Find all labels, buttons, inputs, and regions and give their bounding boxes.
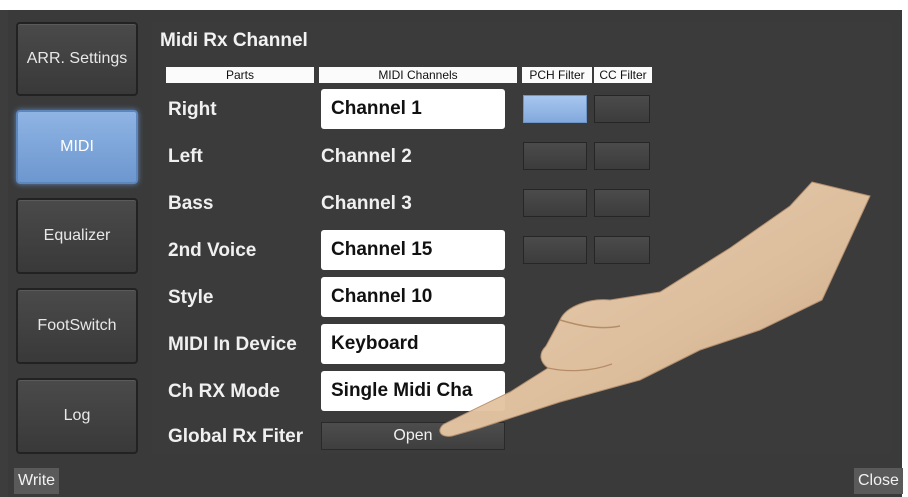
pch-filter-toggle-right[interactable] <box>523 95 587 123</box>
sidebar-item-label: Log <box>63 407 91 424</box>
top-border <box>0 0 908 10</box>
channel-field-right[interactable]: Channel 1 <box>321 89 505 129</box>
row-label-midi-in-device: MIDI In Device <box>168 334 297 355</box>
row-label-2nd-voice: 2nd Voice <box>168 240 257 261</box>
page-title: Midi Rx Channel <box>160 30 308 51</box>
sidebar-item-label: ARR. Settings <box>26 50 128 67</box>
row-label-left: Left <box>168 146 203 167</box>
sidebar-item-equalizer[interactable]: Equalizer <box>16 198 138 274</box>
row-label-global-rx-filter: Global Rx Fiter <box>168 426 304 447</box>
row-label-ch-rx-mode: Ch RX Mode <box>168 381 280 402</box>
sidebar-item-label: MIDI <box>60 138 94 155</box>
row-label-style: Style <box>168 287 214 308</box>
pch-filter-toggle-bass[interactable] <box>523 189 587 217</box>
row-label-bass: Bass <box>168 193 214 214</box>
right-border <box>902 0 908 497</box>
cc-filter-toggle-bass[interactable] <box>594 189 650 217</box>
cc-filter-toggle-left[interactable] <box>594 142 650 170</box>
row-label-right: Right <box>168 99 217 120</box>
sidebar-item-footswitch[interactable]: FootSwitch <box>16 288 138 364</box>
pch-filter-toggle-left[interactable] <box>523 142 587 170</box>
column-header-cc-filter: CC Filter <box>594 67 652 83</box>
channel-field-2nd-voice[interactable]: Channel 15 <box>321 230 505 270</box>
sidebar-item-label: FootSwitch <box>37 317 117 334</box>
ch-rx-mode-field[interactable]: Single Midi Cha <box>321 371 505 411</box>
cc-filter-toggle-2nd-voice[interactable] <box>594 236 650 264</box>
channel-field-style[interactable]: Channel 10 <box>321 277 505 317</box>
sidebar-item-midi[interactable]: MIDI <box>16 110 138 184</box>
channel-value-bass: Channel 3 <box>321 193 412 214</box>
column-header-parts: Parts <box>166 67 314 83</box>
sidebar-item-arr-settings[interactable]: ARR. Settings <box>16 22 138 96</box>
global-rx-filter-open-button[interactable]: Open <box>321 422 505 450</box>
sidebar-item-log[interactable]: Log <box>16 378 138 454</box>
close-button[interactable]: Close <box>854 468 903 494</box>
cc-filter-toggle-right[interactable] <box>594 95 650 123</box>
channel-value-left: Channel 2 <box>321 146 412 167</box>
column-header-midi-channels: MIDI Channels <box>319 67 517 83</box>
column-header-pch-filter: PCH Filter <box>522 67 592 83</box>
write-button[interactable]: Write <box>14 468 60 494</box>
sidebar-item-label: Equalizer <box>43 227 111 244</box>
midi-in-device-field[interactable]: Keyboard <box>321 324 505 364</box>
pch-filter-toggle-2nd-voice[interactable] <box>523 236 587 264</box>
